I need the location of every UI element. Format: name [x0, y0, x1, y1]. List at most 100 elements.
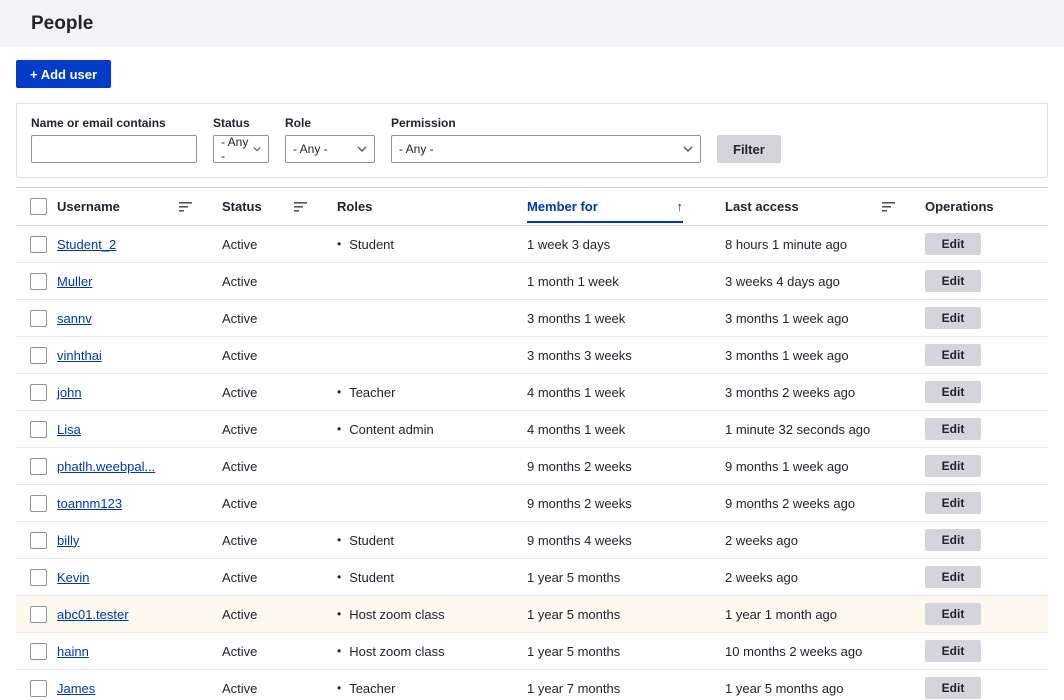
column-header-label: Member for	[527, 199, 598, 214]
filter-button[interactable]: Filter	[717, 135, 781, 163]
member-for-text: 1 year 5 months	[527, 607, 620, 622]
role-item: • Host zoom class	[337, 644, 445, 659]
status-text: Active	[222, 311, 257, 326]
role-item: • Student	[337, 533, 394, 548]
table-row: Kevin Active • Student 1 year 5 months 2…	[16, 559, 1048, 596]
name-filter-label: Name or email contains	[31, 116, 197, 130]
table-row: phatlh.weebpal... Active • 9 months 2 we…	[16, 448, 1048, 485]
row-checkbox[interactable]	[30, 569, 47, 586]
column-header-last-access[interactable]: Last access	[725, 188, 925, 226]
username-link[interactable]: Lisa	[57, 422, 81, 437]
column-header-label: Roles	[337, 199, 372, 214]
username-link[interactable]: sannv	[57, 311, 92, 326]
member-for-text: 1 year 5 months	[527, 570, 620, 585]
add-user-button[interactable]: + Add user	[16, 60, 111, 88]
name-filter-input[interactable]	[31, 135, 197, 163]
table-row: sannv Active • 3 months 1 week 3 months …	[16, 300, 1048, 337]
edit-button[interactable]: Edit	[925, 233, 981, 255]
column-header-member-for[interactable]: Member for ↑	[527, 188, 725, 226]
edit-button[interactable]: Edit	[925, 640, 981, 662]
sort-icon	[882, 202, 895, 212]
username-link[interactable]: john	[57, 385, 82, 400]
username-link[interactable]: Student_2	[57, 237, 116, 252]
row-checkbox[interactable]	[30, 347, 47, 364]
status-filter-select[interactable]: - Any -	[213, 135, 269, 163]
username-link[interactable]: billy	[57, 533, 79, 548]
column-header-username[interactable]: Username	[57, 188, 222, 226]
row-checkbox[interactable]	[30, 310, 47, 327]
member-for-text: 4 months 1 week	[527, 422, 625, 437]
select-all-checkbox[interactable]	[30, 198, 47, 215]
edit-button[interactable]: Edit	[925, 566, 981, 588]
chevron-down-icon	[683, 146, 693, 152]
column-header-status[interactable]: Status	[222, 188, 337, 226]
username-link[interactable]: James	[57, 681, 95, 696]
bullet-icon: •	[337, 533, 341, 547]
username-link[interactable]: Kevin	[57, 570, 90, 585]
row-checkbox[interactable]	[30, 680, 47, 697]
edit-button[interactable]: Edit	[925, 418, 981, 440]
bullet-icon: •	[337, 237, 341, 251]
role-label: Teacher	[349, 385, 395, 400]
permission-filter-label: Permission	[391, 116, 701, 130]
username-link[interactable]: hainn	[57, 644, 89, 659]
row-checkbox[interactable]	[30, 421, 47, 438]
role-item: • Content admin	[337, 422, 434, 437]
column-header-label: Status	[222, 199, 262, 214]
row-checkbox[interactable]	[30, 495, 47, 512]
row-checkbox[interactable]	[30, 532, 47, 549]
edit-button[interactable]: Edit	[925, 307, 981, 329]
last-access-text: 8 hours 1 minute ago	[725, 237, 847, 252]
column-header-label: Username	[57, 199, 120, 214]
edit-button[interactable]: Edit	[925, 603, 981, 625]
role-label: Host zoom class	[349, 607, 444, 622]
member-for-text: 1 month 1 week	[527, 274, 619, 289]
edit-button[interactable]: Edit	[925, 270, 981, 292]
role-label: Teacher	[349, 681, 395, 696]
permission-filter-value: - Any -	[399, 142, 434, 156]
member-for-text: 1 week 3 days	[527, 237, 610, 252]
username-link[interactable]: abc01.tester	[57, 607, 129, 622]
role-label: Content admin	[349, 422, 434, 437]
status-text: Active	[222, 607, 257, 622]
bullet-icon: •	[337, 681, 341, 695]
table-row: vinhthai Active • 3 months 3 weeks 3 mon…	[16, 337, 1048, 374]
username-link[interactable]: Muller	[57, 274, 92, 289]
role-filter-select[interactable]: - Any -	[285, 135, 375, 163]
edit-button[interactable]: Edit	[925, 381, 981, 403]
status-text: Active	[222, 237, 257, 252]
row-checkbox[interactable]	[30, 458, 47, 475]
username-link[interactable]: toannm123	[57, 496, 122, 511]
table-row: hainn Active • Host zoom class 1 year 5 …	[16, 633, 1048, 670]
sort-icon	[294, 202, 307, 212]
sort-icon	[179, 202, 192, 212]
last-access-text: 9 months 2 weeks ago	[725, 496, 855, 511]
role-filter-field: Role - Any -	[285, 116, 375, 163]
bullet-icon: •	[337, 607, 341, 621]
edit-button[interactable]: Edit	[925, 455, 981, 477]
edit-button[interactable]: Edit	[925, 677, 981, 699]
row-checkbox[interactable]	[30, 273, 47, 290]
table-row: Muller Active • 1 month 1 week 3 weeks 4…	[16, 263, 1048, 300]
sort-ascending-icon: ↑	[677, 199, 684, 214]
permission-filter-select[interactable]: - Any -	[391, 135, 701, 163]
row-checkbox[interactable]	[30, 606, 47, 623]
people-table: Username Status Roles	[16, 187, 1048, 700]
member-for-text: 9 months 4 weeks	[527, 533, 632, 548]
filter-panel: Name or email contains Status - Any - Ro…	[16, 103, 1048, 178]
row-checkbox[interactable]	[30, 384, 47, 401]
row-checkbox[interactable]	[30, 236, 47, 253]
username-link[interactable]: vinhthai	[57, 348, 102, 363]
edit-button[interactable]: Edit	[925, 529, 981, 551]
role-item: • Student	[337, 237, 394, 252]
edit-button[interactable]: Edit	[925, 344, 981, 366]
member-for-text: 3 months 3 weeks	[527, 348, 632, 363]
row-checkbox[interactable]	[30, 643, 47, 660]
edit-button[interactable]: Edit	[925, 492, 981, 514]
role-filter-label: Role	[285, 116, 375, 130]
username-link[interactable]: phatlh.weebpal...	[57, 459, 155, 474]
role-filter-value: - Any -	[293, 142, 328, 156]
last-access-text: 1 year 1 month ago	[725, 607, 837, 622]
member-for-text: 9 months 2 weeks	[527, 459, 632, 474]
status-text: Active	[222, 644, 257, 659]
